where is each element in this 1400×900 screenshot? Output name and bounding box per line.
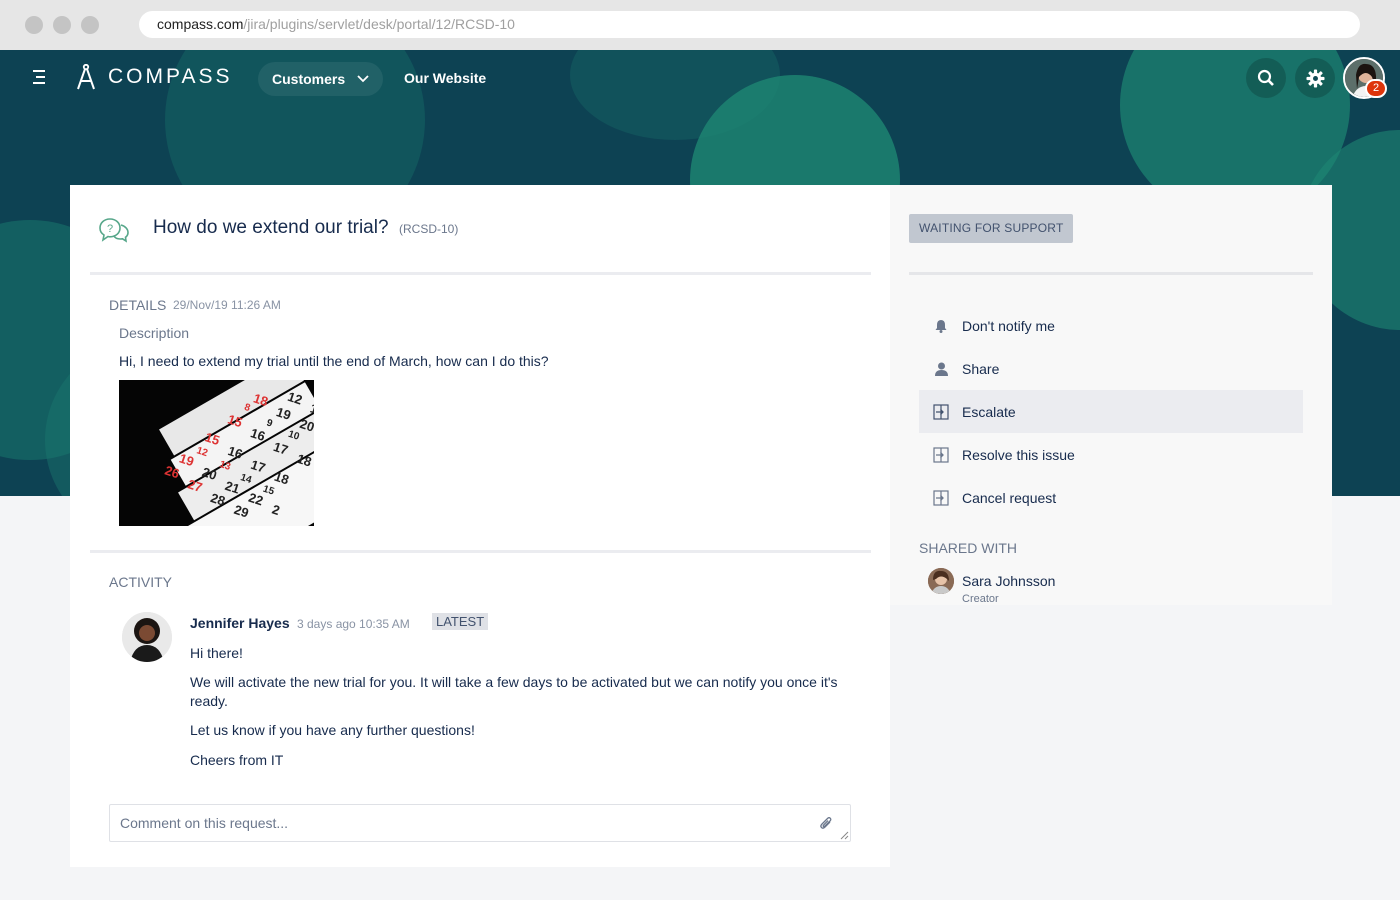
person-icon [934, 362, 948, 376]
divider [90, 550, 871, 553]
window-maximize-dot[interactable] [81, 16, 99, 34]
url-domain: compass.com [157, 16, 244, 32]
jennifer-hayes-avatar [122, 612, 172, 662]
shared-with-label: SHARED WITH [919, 540, 1017, 556]
details-date: 29/Nov/19 11:26 AM [173, 298, 281, 312]
request-key: (RCSD-10) [399, 222, 459, 236]
divider [909, 272, 1313, 275]
customers-label: Customers [272, 71, 346, 87]
resolve-action[interactable]: Resolve this issue [919, 433, 1303, 476]
action-label: Resolve this issue [962, 446, 1075, 463]
browser-chrome: compass.com/jira/plugins/servlet/desk/po… [0, 0, 1400, 50]
details-label: DETAILS [109, 297, 167, 313]
url-path: /jira/plugins/servlet/desk/portal/12/RCS… [243, 16, 515, 32]
comment-time: 3 days ago 10:35 AM [297, 617, 410, 631]
compass-logo-icon [77, 64, 95, 90]
comment-line: Hi there! [190, 645, 243, 661]
bell-icon [935, 319, 947, 333]
action-label: Don't notify me [962, 317, 1055, 334]
comment-author[interactable]: Jennifer Hayes [190, 615, 290, 631]
request-sidebar: WAITING FOR SUPPORT Don't notify me Shar… [890, 185, 1332, 605]
action-label: Cancel request [962, 489, 1057, 506]
action-label: Escalate [962, 403, 1016, 420]
our-website-link[interactable]: Our Website [404, 70, 486, 86]
action-label: Share [962, 360, 1000, 377]
menu-icon[interactable] [33, 70, 47, 86]
notification-badge: 2 [1365, 79, 1387, 98]
request-title: How do we extend our trial? [153, 217, 389, 238]
shared-user-role: Creator [962, 593, 999, 605]
jennifer-avatar-image [122, 612, 172, 662]
comment-line: Let us know if you have any further ques… [190, 722, 475, 738]
escalate-action[interactable]: Escalate [919, 390, 1303, 433]
chevron-down-icon [357, 75, 369, 83]
transition-icon [933, 446, 949, 463]
question-chat-icon: ? [99, 218, 129, 243]
comment-input[interactable] [110, 805, 790, 841]
gear-icon [1305, 68, 1325, 88]
search-icon [1257, 69, 1274, 86]
sara-johnsson-avatar [928, 568, 954, 594]
transition-icon [933, 403, 949, 420]
divider [90, 272, 871, 275]
search-button[interactable] [1246, 58, 1286, 98]
comment-box [109, 804, 851, 842]
resize-handle-icon[interactable] [840, 831, 849, 840]
logo-text: COMPASS [108, 65, 233, 88]
request-main-panel: ? How do we extend our trial? (RCSD-10) … [70, 185, 890, 867]
svg-text:?: ? [107, 223, 113, 235]
window-close-dot[interactable] [25, 16, 43, 34]
comment-line: We will activate the new trial for you. … [190, 674, 838, 709]
activity-label: ACTIVITY [109, 574, 173, 590]
transition-icon [933, 489, 949, 506]
description-label: Description [119, 325, 190, 341]
status-button[interactable]: WAITING FOR SUPPORT [909, 214, 1074, 243]
address-bar[interactable]: compass.com/jira/plugins/servlet/desk/po… [139, 11, 1360, 38]
calendar-attachment-image[interactable]: 12 13 18 19 20 8 9 10 15 16 17 18 15 16 … [119, 380, 314, 526]
share-action[interactable]: Share [919, 347, 1303, 390]
customers-dropdown[interactable]: Customers [258, 62, 384, 96]
shared-user-name[interactable]: Sara Johnsson [962, 573, 1055, 589]
compass-logo[interactable]: COMPASS [76, 64, 232, 90]
cancel-request-action[interactable]: Cancel request [919, 476, 1303, 519]
latest-badge: LATEST [432, 613, 489, 630]
window-minimize-dot[interactable] [53, 16, 71, 34]
calendar-photo: 12 13 18 19 20 8 9 10 15 16 17 18 15 16 … [119, 380, 314, 526]
paperclip-icon[interactable] [819, 816, 833, 831]
sara-avatar-image [928, 568, 954, 594]
comment-line: Cheers from IT [190, 752, 284, 768]
dont-notify-action[interactable]: Don't notify me [919, 304, 1303, 347]
settings-button[interactable] [1295, 58, 1335, 98]
description-text: Hi, I need to extend my trial until the … [119, 353, 549, 369]
